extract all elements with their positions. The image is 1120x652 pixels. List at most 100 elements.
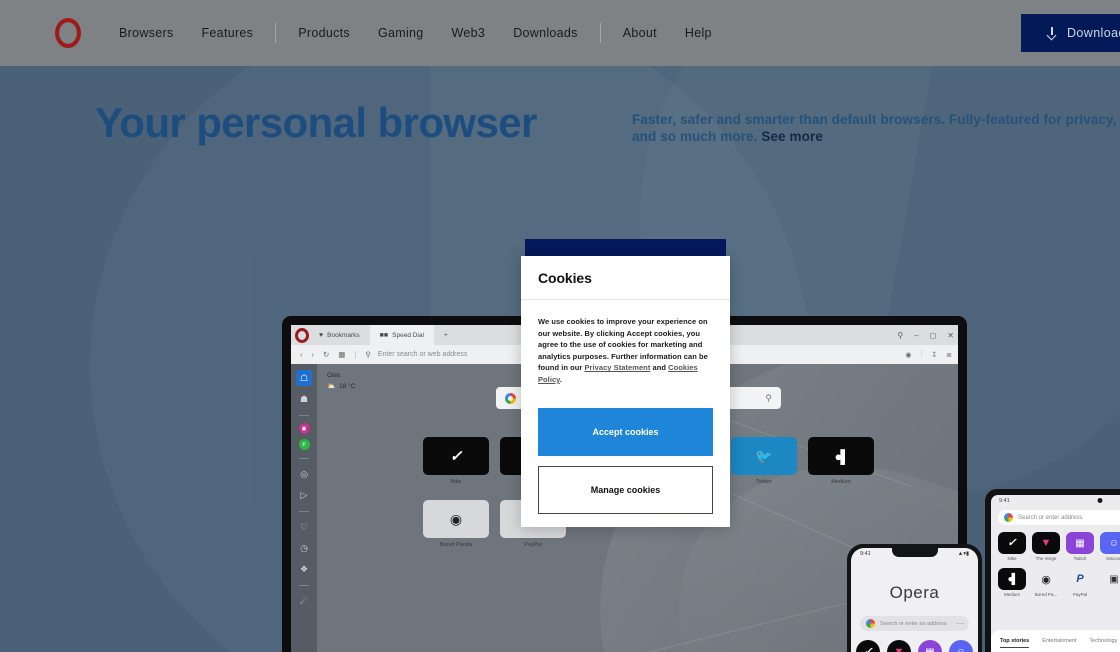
search-icon[interactable]: ⚲: [897, 331, 903, 340]
manage-cookies-button[interactable]: Manage cookies: [538, 466, 713, 514]
sidebar-item-speed-dial[interactable]: ☖: [296, 370, 312, 386]
sidebar-item-send[interactable]: ▷: [296, 487, 312, 503]
camera-notch: [1097, 498, 1103, 503]
new-tab-button[interactable]: +: [434, 325, 458, 345]
tile-label: Medium: [831, 479, 851, 485]
grid-icon: ■■: [379, 331, 389, 339]
weather-temp-row: ⛅ 18 °C: [327, 382, 356, 391]
tablet-tile[interactable]: ✓ Nike: [998, 532, 1026, 561]
hero-section: Your personal browser Faster, safer and …: [0, 66, 1120, 652]
nav-item-about[interactable]: About: [623, 26, 657, 40]
sidebar-item-history[interactable]: ◷: [296, 540, 312, 556]
phone-tile[interactable]: ☺ Discord: [949, 640, 973, 652]
tile-label: Bored Panda: [439, 542, 473, 548]
nav-item-downloads[interactable]: Downloads: [513, 26, 578, 40]
tablet-tile[interactable]: ☺ Discord: [1100, 532, 1120, 561]
news-tab-top-stories[interactable]: Top stories: [1000, 638, 1030, 648]
tile-label: Nike: [450, 479, 462, 485]
bored-panda-icon: ◉: [1032, 568, 1060, 590]
window-controls: ⚲ – ◻ ✕: [897, 325, 954, 345]
verge-icon: ▼: [1032, 532, 1060, 554]
news-tab-entertainment[interactable]: Entertainment: [1042, 638, 1076, 648]
dots-icon[interactable]: ⋯: [956, 619, 964, 628]
nav-item-gaming[interactable]: Gaming: [378, 26, 424, 40]
tablet-tile[interactable]: ▣: [1100, 568, 1120, 597]
sidebar-divider: [299, 585, 309, 586]
phone-tile[interactable]: ▼ The Verge: [887, 640, 911, 652]
speed-dial-tile[interactable]: ◉ Bored Panda: [423, 500, 489, 548]
sidebar-item-favorites[interactable]: ♡: [296, 519, 312, 535]
discord-icon: ☺: [1100, 532, 1120, 554]
nav-divider: [275, 23, 277, 43]
medium-icon: ●▌: [808, 437, 874, 475]
download-now-button[interactable]: Download now: [1021, 14, 1120, 52]
sidebar-item-home[interactable]: ☗: [296, 391, 312, 407]
nike-icon: ✓: [856, 640, 880, 652]
tablet-tile[interactable]: ▼ The Verge: [1032, 532, 1060, 561]
tile-label: Twitter: [755, 479, 773, 485]
hero-subtitle-text: Faster, safer and smarter than default b…: [632, 112, 1120, 144]
tiles-icon[interactable]: ▦: [338, 350, 345, 359]
opera-logo[interactable]: [55, 18, 81, 48]
reload-icon[interactable]: ↻: [323, 350, 329, 359]
tablet-tile[interactable]: ◉ Bored Pa...: [1032, 568, 1060, 597]
see-more-link[interactable]: See more: [761, 129, 823, 144]
phone-tile[interactable]: ✓ Nike: [856, 640, 880, 652]
tablet-tile[interactable]: P PayPal: [1066, 568, 1094, 597]
status-time: 9:41: [999, 497, 1010, 504]
phone-tile[interactable]: ▦ Twitch: [918, 640, 942, 652]
address-input[interactable]: Enter search or web address: [378, 351, 468, 358]
google-icon: [866, 619, 875, 628]
download-icon: [1047, 27, 1057, 39]
tablet-device-mockup: 9:41 ▲▾▮ Search or enter address ▦ ☃ ✓ N…: [985, 489, 1120, 652]
tile-label: PayPal: [524, 542, 542, 548]
heart-icon: ♥: [319, 331, 324, 339]
forward-icon[interactable]: ›: [312, 350, 315, 359]
browser-tab-bookmarks[interactable]: ♥ Bookmarks: [309, 325, 370, 345]
tab-label: Bookmarks: [327, 331, 360, 339]
nav-item-web3[interactable]: Web3: [452, 26, 486, 40]
back-icon[interactable]: ‹: [300, 350, 303, 359]
tab-label: Speed Dial: [392, 331, 424, 339]
tablet-search-bar[interactable]: Search or enter address ▦ ☃: [998, 510, 1120, 525]
tablet-tile[interactable]: ▦ Twitch: [1066, 532, 1094, 561]
camera-icon[interactable]: ◉: [905, 351, 911, 359]
speed-dial-tile[interactable]: ✓ Nike: [423, 437, 489, 485]
browser-tab-speed-dial[interactable]: ■■ Speed Dial: [369, 325, 434, 345]
speed-dial-tile[interactable]: ●▌ Medium: [808, 437, 874, 485]
download-icon[interactable]: ↧: [931, 351, 937, 359]
nav-item-products[interactable]: Products: [298, 26, 350, 40]
accept-cookies-button[interactable]: Accept cookies: [538, 408, 713, 456]
search-icon[interactable]: ⚲: [765, 393, 772, 404]
google-icon: [505, 392, 516, 404]
opera-logo-icon: [55, 18, 81, 48]
close-icon[interactable]: ✕: [947, 331, 954, 340]
paypal-icon: P: [1066, 568, 1094, 590]
nike-icon: ✓: [423, 437, 489, 475]
tile-label: PayPal: [1072, 592, 1088, 597]
privacy-statement-link[interactable]: Privacy Statement: [584, 363, 650, 372]
search-placeholder: Search or enter an address: [880, 620, 947, 627]
sidebar-divider: [299, 458, 309, 459]
sun-cloud-icon: ⛅: [327, 383, 336, 390]
twitch-icon: ▦: [1066, 532, 1094, 554]
tile-label: The Verge: [1035, 556, 1057, 561]
sidebar-item-instagram[interactable]: ▣: [298, 423, 310, 434]
minimize-icon[interactable]: –: [914, 331, 918, 340]
nav-item-features[interactable]: Features: [202, 26, 254, 40]
weather-temperature: 18 °C: [339, 382, 356, 390]
menu-icon[interactable]: ≣: [946, 351, 952, 359]
nav-item-browsers[interactable]: Browsers: [119, 26, 174, 40]
cookie-body-end: .: [559, 374, 562, 384]
phone-search-bar[interactable]: Search or enter an address ⋯: [860, 616, 969, 631]
maximize-icon[interactable]: ◻: [930, 331, 937, 340]
sidebar-item-tips[interactable]: ☄: [296, 593, 312, 609]
sidebar-item-player[interactable]: ◎: [296, 466, 312, 482]
news-tab-technology[interactable]: Technology: [1090, 638, 1118, 648]
sidebar-item-extensions[interactable]: ❖: [296, 561, 312, 577]
speed-dial-tile[interactable]: 🐦 Twitter: [731, 437, 797, 485]
tablet-tile[interactable]: ●▌ Medium: [998, 568, 1026, 597]
nav-item-help[interactable]: Help: [685, 26, 712, 40]
new-tab-icon: +: [443, 331, 448, 339]
sidebar-item-whatsapp[interactable]: ✆: [298, 439, 310, 450]
